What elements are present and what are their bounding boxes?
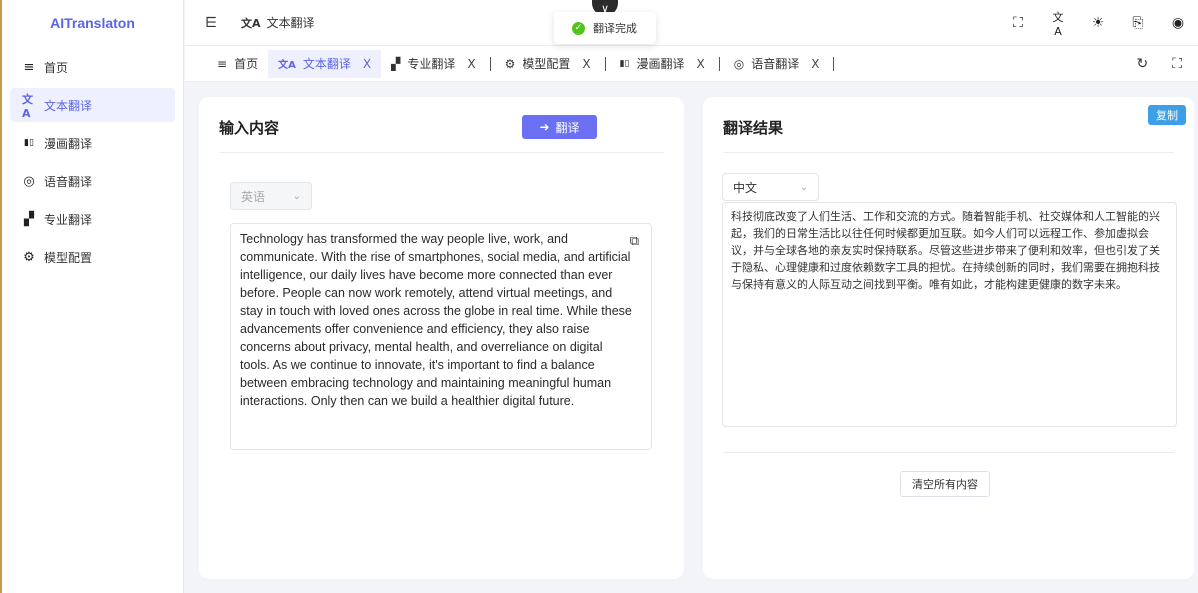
github-icon[interactable]: ◉ xyxy=(1170,15,1186,31)
tab-comic-translate[interactable]: ▮▯ 漫画翻译 X xyxy=(610,50,715,78)
tab-close-icon[interactable]: X xyxy=(811,57,819,71)
tab-close-icon[interactable]: X xyxy=(363,57,371,71)
target-language-select[interactable]: 中文 ⌄ xyxy=(722,173,819,201)
sidebar-item-voice-translate[interactable]: ◎ 语音翻译 xyxy=(10,164,175,198)
tab-close-icon[interactable]: X xyxy=(697,57,705,71)
source-language-value: 英语 xyxy=(241,189,266,204)
tab-separator xyxy=(833,56,835,71)
breadcrumb-label: 文本翻译 xyxy=(266,16,315,30)
clear-all-button[interactable]: 清空所有内容 xyxy=(900,471,990,497)
voice-icon: ◎ xyxy=(23,173,35,189)
tab-text-translate[interactable]: 文A 文本翻译 X xyxy=(268,49,382,78)
translate-icon: 文A xyxy=(278,60,296,71)
sidebar-item-model-config[interactable]: ⚙ 模型配置 xyxy=(10,240,175,274)
sidebar-item-label: 漫画翻译 xyxy=(44,136,93,151)
result-panel-title: 翻译结果 xyxy=(723,119,784,137)
source-language-select[interactable]: 英语 ⌄ xyxy=(230,182,312,210)
tabs-bar: ≡ 首页 文A 文本翻译 X ▞ 专业翻译 X ⚙ 模型配置 X ▮▯ 漫画翻译… xyxy=(185,46,1198,82)
refresh-icon[interactable]: ↻ xyxy=(1136,56,1148,72)
chevron-down-icon: ⌄ xyxy=(799,181,808,193)
sidebar-item-comic-translate[interactable]: ▮▯ 漫画翻译 xyxy=(10,126,175,160)
screenshot-icon[interactable]: ⎘ xyxy=(1130,15,1146,31)
divider xyxy=(219,152,664,153)
translate-button[interactable]: ➜ 翻译 xyxy=(522,115,597,139)
menu-icon: ≡ xyxy=(217,56,228,71)
sidebar-item-home[interactable]: ≡ 首页 xyxy=(10,50,175,84)
result-panel: 翻译结果 复制 中文 ⌄ 科技彻底改变了人们生活、工作和交流的方式。随着智能手机… xyxy=(703,97,1194,579)
tab-label: 模型配置 xyxy=(522,57,571,71)
sidebar-item-label: 专业翻译 xyxy=(44,212,93,227)
result-text: 科技彻底改变了人们生活、工作和交流的方式。随着智能手机、社交媒体和人工智能的兴起… xyxy=(731,210,1160,291)
breadcrumb: 文A 文本翻译 xyxy=(241,14,315,31)
sidebar-item-label: 语音翻译 xyxy=(44,174,93,189)
input-panel: 输入内容 ➜ 翻译 英语 ⌄ Technology has transforme… xyxy=(199,97,684,579)
tab-label: 专业翻译 xyxy=(407,57,456,71)
header-actions: ⛶ 文A ☀ ⎘ ◉ xyxy=(1010,0,1186,46)
tab-label: 首页 xyxy=(234,57,259,71)
copy-icon[interactable]: ⧉ xyxy=(630,234,639,249)
toast-message: 翻译完成 xyxy=(593,22,637,35)
target-language-value: 中文 xyxy=(733,180,758,195)
tab-model-config[interactable]: ⚙ 模型配置 X xyxy=(495,50,601,78)
sidebar-item-pro-translate[interactable]: ▞ 专业翻译 xyxy=(10,202,175,236)
divider xyxy=(723,152,1174,153)
tab-home[interactable]: ≡ 首页 xyxy=(207,50,268,78)
book-icon: ▮▯ xyxy=(24,138,34,148)
tab-voice-translate[interactable]: ◎ 语音翻译 X xyxy=(724,50,830,78)
sidebar-menu: ≡ 首页 文A 文本翻译 ▮▯ 漫画翻译 ◎ 语音翻译 ▞ 专业翻译 ⚙ 模型配… xyxy=(2,46,183,282)
tab-pro-translate[interactable]: ▞ 专业翻译 X xyxy=(381,50,485,78)
check-circle-icon: ✓ xyxy=(572,21,585,35)
tab-close-icon[interactable]: X xyxy=(467,57,475,71)
translate-button-label: 翻译 xyxy=(555,120,580,135)
tab-label: 漫画翻译 xyxy=(636,57,685,71)
top-header: ⋿ 文A 文本翻译 ⛶ 文A ☀ ⎘ ◉ xyxy=(185,0,1198,46)
app-logo[interactable]: AITranslaton xyxy=(2,0,183,46)
translate-icon: 文A xyxy=(22,92,33,120)
sidebar-item-label: 首页 xyxy=(44,60,69,75)
menu-icon: ≡ xyxy=(23,59,35,75)
pro-translate-icon: ▞ xyxy=(391,56,401,71)
copy-button[interactable]: 复制 xyxy=(1148,105,1186,125)
fullscreen-icon[interactable]: ⛶ xyxy=(1010,15,1026,31)
tab-label: 语音翻译 xyxy=(751,57,800,71)
source-text: Technology has transformed the way peopl… xyxy=(240,232,632,408)
fullscreen-icon[interactable]: ⛶ xyxy=(1172,56,1182,72)
gear-icon: ⚙ xyxy=(23,249,35,265)
input-panel-title: 输入内容 xyxy=(219,119,280,137)
success-toast: ✓ 翻译完成 xyxy=(554,12,656,44)
divider xyxy=(723,452,1174,453)
tab-separator xyxy=(489,56,491,71)
sidebar: AITranslaton ≡ 首页 文A 文本翻译 ▮▯ 漫画翻译 ◎ 语音翻译… xyxy=(0,0,184,593)
sidebar-item-label: 文本翻译 xyxy=(44,98,93,113)
voice-icon: ◎ xyxy=(733,56,745,71)
tab-close-icon[interactable]: X xyxy=(582,57,590,71)
translate-icon: 文A xyxy=(241,16,261,30)
pro-translate-icon: ▞ xyxy=(24,211,34,227)
book-icon: ▮▯ xyxy=(619,58,630,69)
theme-icon[interactable]: ☀ xyxy=(1090,15,1106,31)
language-icon[interactable]: 文A xyxy=(1050,9,1066,38)
tab-separator xyxy=(604,56,606,71)
tabs-actions: ↻ ⛶ xyxy=(1136,46,1182,82)
source-textarea[interactable]: Technology has transformed the way peopl… xyxy=(230,223,652,450)
collapse-menu-icon[interactable]: ⋿ xyxy=(205,15,219,31)
tab-label: 文本翻译 xyxy=(302,57,351,71)
tab-separator xyxy=(718,56,720,71)
gear-icon: ⚙ xyxy=(504,56,516,71)
result-textarea[interactable]: 科技彻底改变了人们生活、工作和交流的方式。随着智能手机、社交媒体和人工智能的兴起… xyxy=(722,202,1177,427)
chevron-down-icon: ⌄ xyxy=(292,190,301,202)
sidebar-item-text-translate[interactable]: 文A 文本翻译 xyxy=(10,88,175,122)
arrow-right-icon: ➜ xyxy=(539,120,550,134)
sidebar-item-label: 模型配置 xyxy=(44,250,93,265)
